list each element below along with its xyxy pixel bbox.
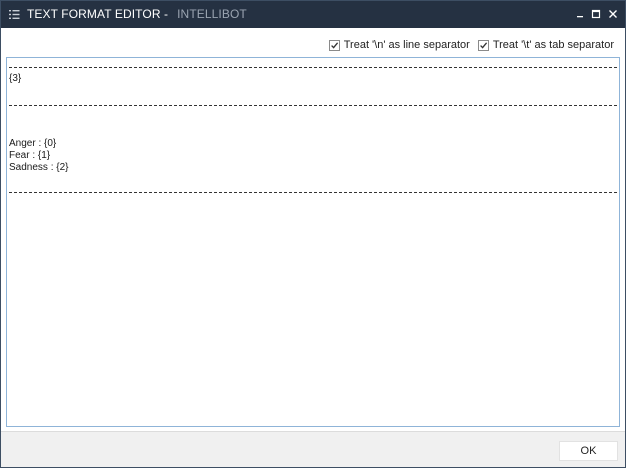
options-bar: Treat '\n' as line separator Treat '\t' …: [321, 39, 614, 51]
text-format-editor-window: TEXT FORMAT EDITOR - INTELLIBOT Treat '\…: [0, 0, 626, 468]
text-editor[interactable]: {3} Anger : {0} Fear : {1} Sadness : {2}: [6, 57, 620, 427]
separator-line: [9, 192, 617, 193]
list-icon: [9, 10, 20, 19]
close-button[interactable]: [606, 6, 620, 22]
footer-bar: [1, 431, 625, 467]
maximize-button[interactable]: [589, 6, 603, 22]
separator-line: [9, 105, 617, 106]
editor-line: Sadness : {2}: [9, 162, 69, 173]
editor-line: Fear : {1}: [9, 150, 51, 161]
tab-separator-option[interactable]: Treat '\t' as tab separator: [477, 39, 614, 51]
window-title: TEXT FORMAT EDITOR - INTELLIBOT: [27, 7, 247, 22]
window-title-app: INTELLIBOT: [177, 7, 247, 21]
newline-separator-checkbox[interactable]: [328, 39, 340, 51]
maximize-icon: [591, 9, 601, 19]
checkmark-icon: [330, 41, 338, 49]
window-title-main: TEXT FORMAT EDITOR -: [27, 7, 169, 21]
close-icon: [609, 10, 617, 18]
tab-separator-label: Treat '\t' as tab separator: [492, 39, 614, 51]
minimize-icon: [577, 16, 583, 18]
title-bar[interactable]: TEXT FORMAT EDITOR - INTELLIBOT: [1, 1, 625, 28]
header-placeholder: {3}: [9, 73, 22, 84]
minimize-button[interactable]: [573, 6, 587, 22]
separator-line: [9, 67, 617, 68]
checkmark-icon: [479, 41, 487, 49]
newline-separator-label: Treat '\n' as line separator: [343, 39, 470, 51]
tab-separator-checkbox[interactable]: [477, 39, 489, 51]
editor-line: Anger : {0}: [9, 138, 57, 149]
ok-button[interactable]: OK: [559, 441, 618, 461]
newline-separator-option[interactable]: Treat '\n' as line separator: [328, 39, 470, 51]
